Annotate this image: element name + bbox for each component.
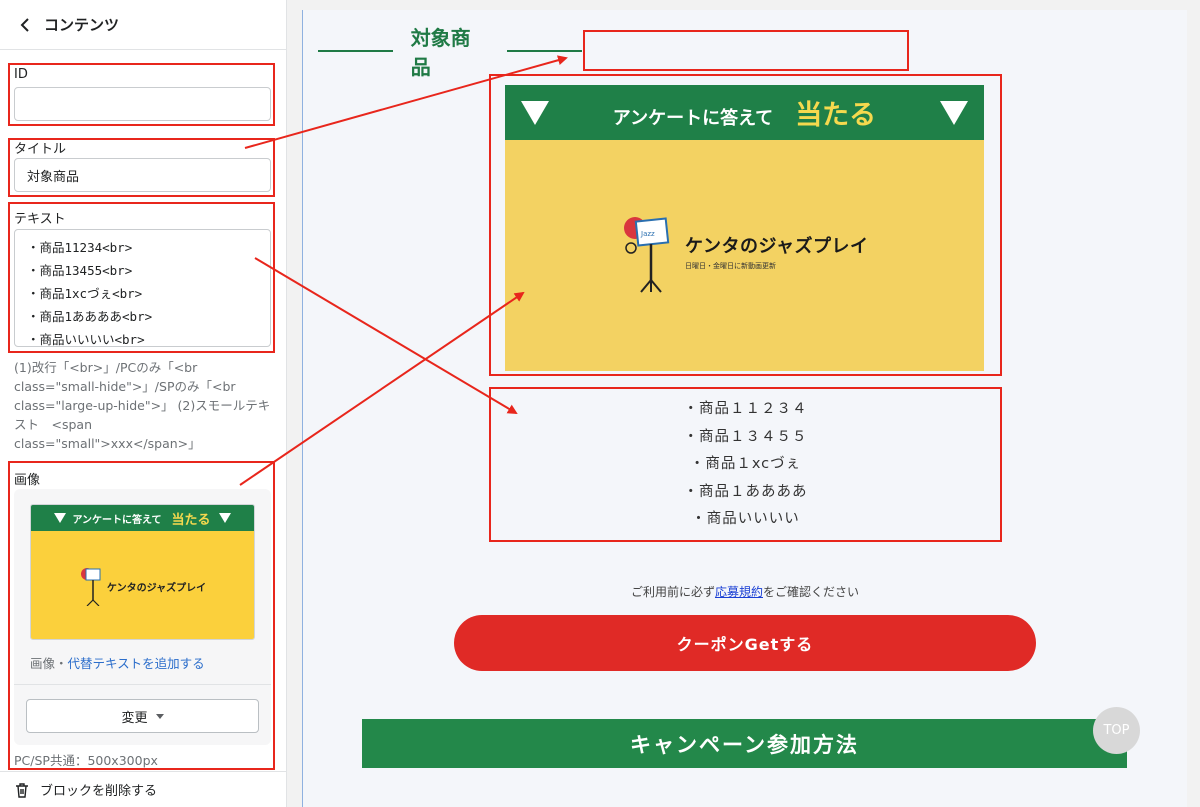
notice-prefix: ご利用前に必ず (630, 585, 715, 599)
terms-link[interactable]: 応募規約 (715, 585, 763, 599)
image-thumbnail[interactable]: アンケートに答えて 当たる ケンタのジャズプレイ (30, 504, 255, 640)
settings-sidebar: コンテンツ ID タイトル 対象商品 テキスト ・商品11234<br> ・商品… (0, 0, 287, 807)
music-stand-logo-icon: Jazz (624, 217, 670, 293)
textarea-line: ・商品いいいい<br> (27, 332, 145, 347)
thumb-banner-text: アンケートに答えて (72, 514, 162, 526)
card-divider (14, 684, 271, 685)
trash-icon (14, 782, 30, 798)
sidebar-title: コンテンツ (44, 16, 120, 34)
textarea-line: ・商品13455<br> (27, 263, 133, 278)
thumb-logo-text: ケンタのジャズプレイ (106, 582, 207, 594)
banner-text-main: アンケートに答えて (612, 108, 774, 129)
image-caption: 画像・代替テキストを追加する (30, 653, 205, 672)
logo-note-text: Jazz (640, 230, 655, 238)
add-alt-text-link[interactable]: 代替テキストを追加する (68, 656, 205, 671)
title-line-right (507, 50, 582, 52)
textarea-line: ・商品1xcづぇ<br> (27, 286, 143, 301)
change-image-button[interactable]: 変更 (26, 699, 259, 733)
triangle-down-icon (218, 513, 231, 523)
product-list: ・商品１１２３４ ・商品１３４５５ ・商品１xcづぇ ・商品１ああああ ・商品い… (490, 396, 1001, 534)
banner-body: Jazz ケンタのジャズプレイ 日曜日・金曜日に新動画更新 (505, 140, 984, 371)
change-button-label: 変更 (121, 710, 148, 726)
music-stand-logo-icon (80, 568, 101, 606)
triangle-down-icon (521, 100, 549, 125)
image-label: 画像 (14, 473, 41, 488)
coupon-get-button[interactable]: クーポンGetする (454, 615, 1036, 671)
list-item: ・商品１xcづぇ (689, 456, 802, 472)
image-size-note: PC/SP共通：500x300px (14, 753, 158, 768)
delete-block-button[interactable]: ブロックを削除する (0, 771, 287, 807)
triangle-down-icon (939, 100, 968, 125)
id-input[interactable] (14, 87, 271, 121)
thumb-banner-highlight: 当たる (171, 512, 211, 528)
title-input[interactable]: 対象商品 (14, 158, 271, 192)
caret-down-icon (155, 713, 164, 719)
list-item: ・商品１３４５５ (683, 428, 808, 445)
section-title: 対象商品 (300, 26, 600, 79)
thumb-body: ケンタのジャズプレイ (31, 531, 254, 639)
list-item: ・商品１ああああ (683, 483, 808, 500)
text-textarea[interactable]: ・商品11234<br> ・商品13455<br> ・商品1xcづぇ<br> ・… (14, 229, 271, 347)
campaign-heading: キャンペーン参加方法 (362, 719, 1127, 768)
text-help: (1)改行「<br>」/PCのみ「<br class="small-hide">… (14, 360, 271, 451)
triangle-down-icon (54, 513, 67, 523)
text-label: テキスト (14, 212, 66, 227)
campaign-banner-image: アンケートに答えて 当たる Jazz ケンタのジャズプレイ 日曜日・金曜日に新動… (505, 85, 984, 371)
brand-logo: Jazz ケンタのジャズプレイ 日曜日・金曜日に新動画更新 (621, 214, 869, 294)
section-title-text: 対象商品 (410, 26, 471, 79)
textarea-line: ・商品11234<br> (27, 240, 133, 255)
banner-text: アンケートに答えて 当たる (613, 93, 876, 132)
id-label: ID (14, 67, 28, 82)
image-caption-prefix: 画像・ (30, 656, 68, 671)
chevron-left-icon[interactable] (16, 16, 34, 34)
thumb-banner: アンケートに答えて 当たる (31, 505, 254, 531)
logo-subtitle: 日曜日・金曜日に新動画更新 (685, 262, 776, 270)
textarea-line: ・商品1ああああ<br> (27, 309, 153, 324)
banner-top: アンケートに答えて 当たる (505, 85, 984, 140)
notice-suffix: をご確認ください (763, 585, 860, 599)
terms-notice: ご利用前に必ず応募規約をご確認ください (455, 583, 1035, 600)
scroll-top-button[interactable]: TOP (1093, 707, 1140, 754)
banner-highlight: 当たる (795, 100, 877, 131)
sidebar-header: コンテンツ (0, 0, 286, 50)
list-item: ・商品１１２３４ (683, 401, 808, 417)
title-label: タイトル (14, 142, 67, 157)
title-line-left (318, 50, 393, 52)
list-item: ・商品いいいい (691, 511, 800, 527)
delete-block-label: ブロックを削除する (40, 784, 158, 799)
image-picker-card: アンケートに答えて 当たる ケンタのジャズプレイ 画像・代替テキストを追加する … (14, 489, 271, 745)
logo-text: ケンタのジャズプレイ 日曜日・金曜日に新動画更新 (685, 232, 869, 271)
logo-name: ケンタのジャズプレイ (685, 236, 869, 257)
